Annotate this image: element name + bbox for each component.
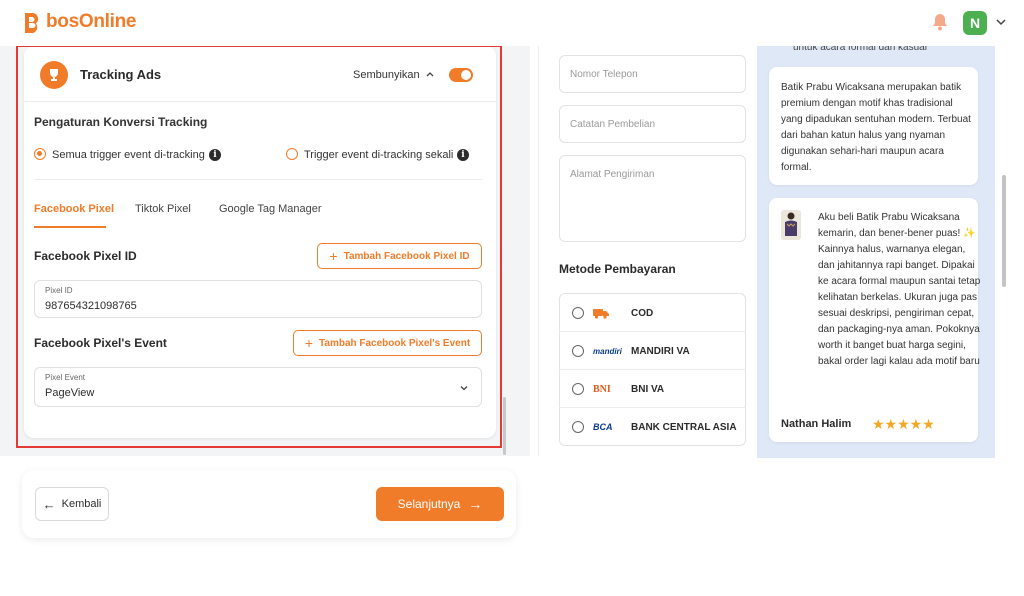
radio[interactable] [572,307,584,319]
payment-option-mandiri[interactable]: mandiri MANDIRI VA [559,332,746,370]
info-icon[interactable]: i [209,149,221,161]
logo-text: bosOnline [46,11,137,32]
section-title: Tracking Ads [80,67,162,82]
chevron-down-icon[interactable] [995,16,1007,28]
plus-icon: + [329,248,338,264]
conversion-settings-title: Pengaturan Konversi Tracking [34,115,208,129]
radio-all-events[interactable] [34,148,46,160]
divider [24,101,496,102]
pixel-id-value: 987654321098765 [45,300,137,312]
testimonial-text: Aku beli Batik Prabu Wicaksana kemarin, … [818,212,981,367]
back-button[interactable]: ← Kembali [35,487,109,521]
radio-once-events[interactable] [286,148,298,160]
reviewer-name: Nathan Halim [781,418,852,430]
payment-name: COD [631,308,654,319]
pixel-event-value: PageView [45,387,95,399]
payment-method-title: Metode Pembayaran [559,262,676,276]
chevron-down-icon [460,386,468,391]
pixel-id-input[interactable]: Pixel ID 987654321098765 [34,280,482,318]
payment-name: BANK CENTRAL ASIA [631,422,737,433]
add-pixel-event-button[interactable]: + Tambah Facebook Pixel's Event [293,330,482,356]
product-description: Batik Prabu Wicaksana merupakan batik pr… [781,82,971,173]
add-pixel-id-button[interactable]: + Tambah Facebook Pixel ID [317,243,482,269]
arrow-right-icon: → [468,496,483,512]
info-icon[interactable]: i [457,149,469,161]
radio[interactable] [572,421,584,433]
scrollbar[interactable] [1002,175,1006,287]
note-input[interactable]: Catatan Pembelian [559,105,746,143]
truck-icon [593,306,625,320]
payment-name: MANDIRI VA [631,346,690,357]
radio[interactable] [572,345,584,357]
tracking-toggle[interactable] [449,68,473,82]
bca-logo: BCA [593,422,613,432]
next-button[interactable]: Selanjutnya → [376,487,504,521]
payment-option-bni[interactable]: BNI BNI VA [559,370,746,408]
next-label: Selanjutnya [397,497,461,511]
arrow-left-icon: ← [42,496,56,512]
add-pixel-event-label: Tambah Facebook Pixel's Event [319,337,471,349]
bni-logo: BNI [593,383,611,395]
plus-icon: + [304,335,314,351]
tab-tiktok-pixel[interactable]: Tiktok Pixel [135,203,191,215]
radio-label-once-events: Trigger event di-tracking sekali [304,149,454,161]
user-avatar[interactable]: N [963,11,987,35]
payment-name: BNI VA [631,384,665,395]
pixel-event-title: Facebook Pixel's Event [34,336,167,350]
tab-facebook-pixel[interactable]: Facebook Pixel [34,203,114,215]
add-pixel-id-label: Tambah Facebook Pixel ID [343,250,470,262]
address-input[interactable]: Alamat Pengiriman [559,155,746,242]
chevron-up-icon[interactable] [425,69,435,79]
payment-option-cod[interactable]: COD [559,294,746,332]
pixel-id-title: Facebook Pixel ID [34,249,137,263]
back-label: Kembali [61,498,102,510]
notification-bell-icon[interactable] [930,12,950,32]
payment-option-bca[interactable]: BCA BANK CENTRAL ASIA [559,408,746,446]
radio[interactable] [572,383,584,395]
top-bar: bosOnline N [0,0,1024,46]
radio-label-all-events: Semua trigger event di-tracking [52,149,205,161]
phone-input[interactable]: Nomor Telepon [559,55,746,93]
address-placeholder: Alamat Pengiriman [570,169,655,180]
reviewer-photo [781,210,801,240]
hide-section-button[interactable]: Sembunyikan [353,69,420,81]
pixel-event-select[interactable]: Pixel Event PageView [34,367,482,407]
divider [34,179,482,180]
pixel-event-field-label: Pixel Event [45,373,86,382]
tab-google-tag-manager[interactable]: Google Tag Manager [219,203,322,215]
trophy-icon [40,61,68,89]
active-tab-indicator [34,226,106,228]
logo-mark-icon [25,13,39,33]
note-placeholder: Catatan Pembelian [570,119,656,130]
phone-placeholder: Nomor Telepon [570,69,638,80]
app-logo[interactable]: bosOnline [22,11,137,33]
pixel-id-field-label: Pixel ID [45,286,73,295]
mandiri-logo: mandiri [593,346,622,356]
star-rating: ★★★★★ [872,416,935,432]
scrollbar[interactable] [503,397,506,455]
